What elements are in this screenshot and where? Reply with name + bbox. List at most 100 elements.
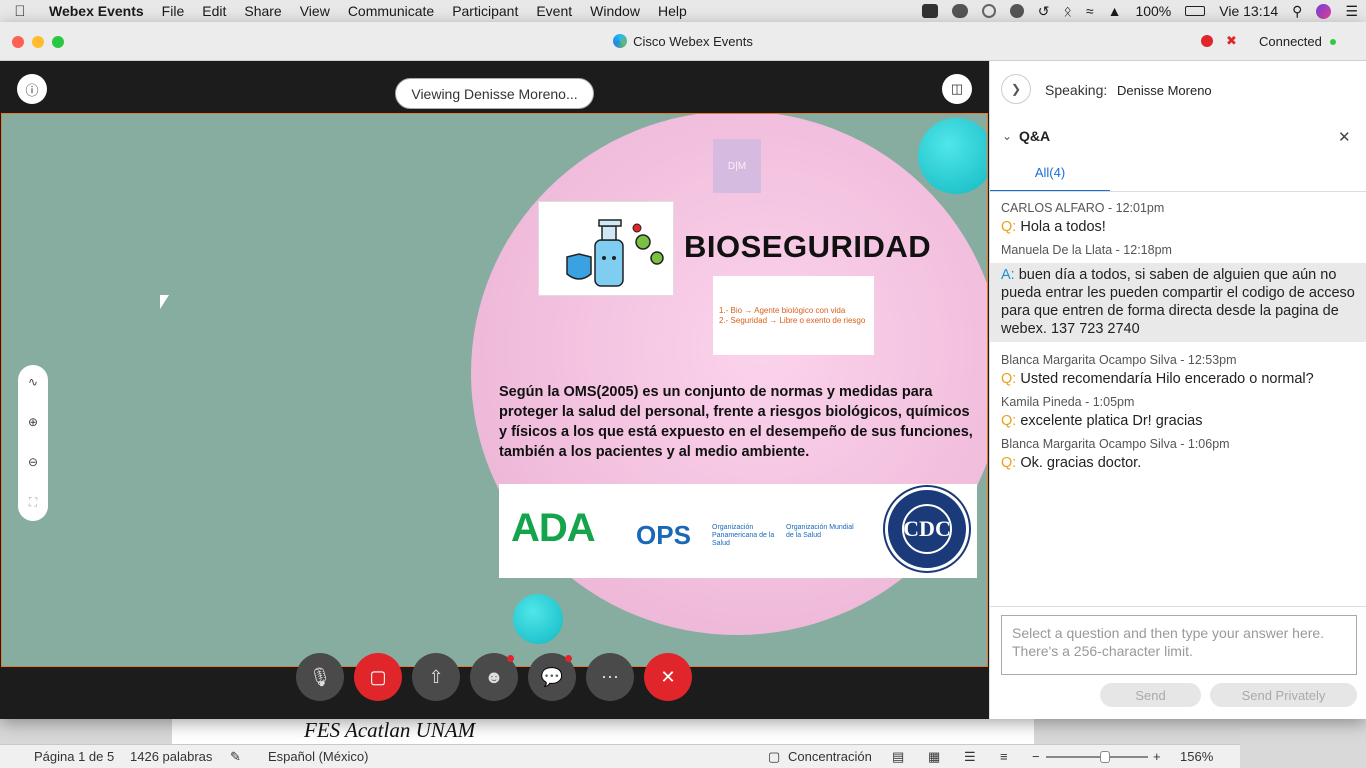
chevron-right-icon: ❯ <box>1010 82 1022 96</box>
outline-icon[interactable]: ☰ <box>964 749 976 765</box>
word-page-info[interactable]: Página 1 de 5 <box>34 749 114 764</box>
participants-button[interactable]: ☻ <box>470 653 518 701</box>
video-button[interactable]: ▢ <box>354 653 402 701</box>
qa-entry[interactable]: Blanca Margarita Ocampo Silva - 1:06pm Q… <box>990 434 1366 476</box>
chevron-down-icon[interactable]: ⌄ <box>1002 129 1012 143</box>
layout-toggle-button[interactable]: ◫ <box>942 74 972 104</box>
volume-icon[interactable]: ▲ <box>1108 3 1122 19</box>
composer-divider <box>990 606 1366 607</box>
camera-status-icon[interactable] <box>921 4 938 18</box>
slide-logos: ADA OPS Organización Panamericana de la … <box>499 484 977 578</box>
menu-communicate[interactable]: Communicate <box>339 3 443 19</box>
question-prefix: Q: <box>1001 371 1017 387</box>
connection-status: Connected <box>1259 34 1322 49</box>
menu-help[interactable]: Help <box>649 3 696 19</box>
mute-button[interactable]: 🎙 <box>296 653 344 701</box>
qa-entry-text: excelente platica Dr! gracias <box>1020 413 1203 429</box>
slide-teal-circle <box>918 118 987 194</box>
speaker-name: Denisse Moreno <box>1117 83 1212 98</box>
spotlight-icon[interactable]: ⚲ <box>1292 3 1302 20</box>
qa-header[interactable]: ⌄ Q&A ✕ <box>990 125 1366 155</box>
slide-definitions: 1.- Bio → Agente biológico con vida 2.- … <box>713 276 874 355</box>
ops-logo-subtitle: Organización Panamericana de la Salud <box>712 524 775 547</box>
time-machine-icon[interactable]: ↺ <box>1038 3 1050 20</box>
cloud-icon[interactable] <box>951 4 968 18</box>
zoom-in-icon[interactable]: + <box>1153 749 1161 764</box>
cc-icon[interactable] <box>981 4 996 18</box>
qa-entry-text: Ok. gracias doctor. <box>1020 455 1142 471</box>
menu-view[interactable]: View <box>291 3 339 19</box>
send-privately-button[interactable]: Send Privately <box>1210 683 1357 707</box>
close-icon[interactable]: ✕ <box>1338 128 1351 146</box>
notification-badge <box>507 655 514 662</box>
mouse-cursor <box>160 295 169 309</box>
menu-event[interactable]: Event <box>527 3 581 19</box>
proofing-icon[interactable]: ✎ <box>230 749 241 765</box>
menu-file[interactable]: File <box>153 3 194 19</box>
wifi-icon[interactable]: ≈ <box>1086 3 1094 19</box>
share-icon: ⇧ <box>428 666 444 687</box>
web-layout-icon[interactable]: ▦ <box>928 749 940 765</box>
title-bar: Cisco Webex Events ✖ Connected <box>0 22 1366 61</box>
qa-entry[interactable]: Blanca Margarita Ocampo Silva - 12:53pm … <box>990 350 1366 392</box>
share-content-button[interactable]: ⇧ <box>412 653 460 701</box>
clock[interactable]: Vie 13:14 <box>1219 3 1278 19</box>
zoom-out-icon[interactable]: − <box>1032 749 1040 764</box>
qa-answer[interactable]: A: buen día a todos, si saben de alguien… <box>990 263 1366 342</box>
info-button[interactable]: ⓘ <box>17 74 47 104</box>
qa-entry[interactable]: CARLOS ALFARO - 12:01pm Q: Hola a todos! <box>990 198 1366 240</box>
qa-entry-text: Usted recomendaría Hilo encerado o norma… <box>1020 371 1314 387</box>
menu-app-name[interactable]: Webex Events <box>40 3 153 19</box>
send-button[interactable]: Send <box>1100 683 1201 707</box>
chat-button[interactable]: 💬 <box>528 653 576 701</box>
zoom-out-icon[interactable]: ⊖ <box>18 455 48 469</box>
tab-divider <box>990 191 1366 192</box>
print-layout-icon[interactable]: ▤ <box>892 749 904 765</box>
bluetooth-icon[interactable]: ᛟ <box>1064 3 1072 19</box>
question-prefix: Q: <box>1001 219 1017 235</box>
word-language[interactable]: Español (México) <box>268 749 368 764</box>
menu-participant[interactable]: Participant <box>443 3 527 19</box>
battery-icon[interactable] <box>1185 6 1206 16</box>
notification-center-icon[interactable]: ☰ <box>1345 3 1358 20</box>
focus-icon[interactable]: ▢ <box>768 749 780 765</box>
zoom-slider-handle[interactable] <box>1100 751 1110 763</box>
sync-icon[interactable] <box>1009 4 1024 18</box>
battery-percent[interactable]: 100% <box>1135 3 1171 19</box>
slide-watermark: D|M <box>713 139 761 193</box>
qa-list: CARLOS ALFARO - 12:01pm Q: Hola a todos!… <box>990 198 1366 476</box>
expand-panel-button[interactable]: ❯ <box>1001 74 1031 104</box>
muted-mic-icon[interactable]: ✖ <box>1226 33 1237 49</box>
menu-edit[interactable]: Edit <box>193 3 235 19</box>
menu-window[interactable]: Window <box>581 3 649 19</box>
qa-entry-text: Hola a todos! <box>1020 219 1106 235</box>
slide-definition: 1.- Bio → Agente biológico con vida <box>719 306 846 315</box>
zoom-slider[interactable] <box>1046 756 1148 758</box>
fit-screen-icon[interactable]: ⛶ <box>18 495 48 510</box>
question-prefix: Q: <box>1001 413 1017 429</box>
qa-entry-meta: Blanca Margarita Ocampo Silva - 12:53pm <box>1001 353 1237 367</box>
word-zoom-level[interactable]: 156% <box>1180 749 1213 764</box>
menu-share[interactable]: Share <box>235 3 290 19</box>
slide-teal-circle <box>513 594 563 644</box>
word-word-count[interactable]: 1426 palabras <box>130 749 212 764</box>
slide-body-text: Según la OMS(2005) es un conjunto de nor… <box>499 384 973 460</box>
qa-entry[interactable]: Manuela De la Llata - 12:18pm <box>990 240 1366 261</box>
slide-title: BIOSEGURIDAD <box>684 229 932 264</box>
zoom-in-icon[interactable]: ⊕ <box>18 415 48 429</box>
qa-entry[interactable]: Kamila Pineda - 1:05pm Q: excelente plat… <box>990 392 1366 434</box>
apple-icon[interactable]:  <box>0 3 40 20</box>
more-options-button[interactable]: ⋯ <box>586 653 634 701</box>
recording-icon[interactable] <box>1201 35 1213 47</box>
qa-entry-meta: Blanca Margarita Ocampo Silva - 1:06pm <box>1001 437 1230 451</box>
word-focus-mode[interactable]: Concentración <box>788 749 872 764</box>
annotate-pen-icon[interactable]: ∿ <box>18 375 48 389</box>
viewing-indicator[interactable]: Viewing Denisse Moreno... <box>395 78 594 109</box>
meeting-controls: 🎙 ▢ ⇧ ☻ 💬 ⋯ ✕ <box>296 653 692 701</box>
siri-icon[interactable] <box>1316 3 1332 19</box>
webex-logo-icon <box>613 34 628 48</box>
leave-button[interactable]: ✕ <box>644 653 692 701</box>
tab-all[interactable]: All(4) <box>990 158 1110 192</box>
draft-icon[interactable]: ≡ <box>1000 749 1008 764</box>
answer-input[interactable]: Select a question and then type your ans… <box>1001 615 1357 675</box>
